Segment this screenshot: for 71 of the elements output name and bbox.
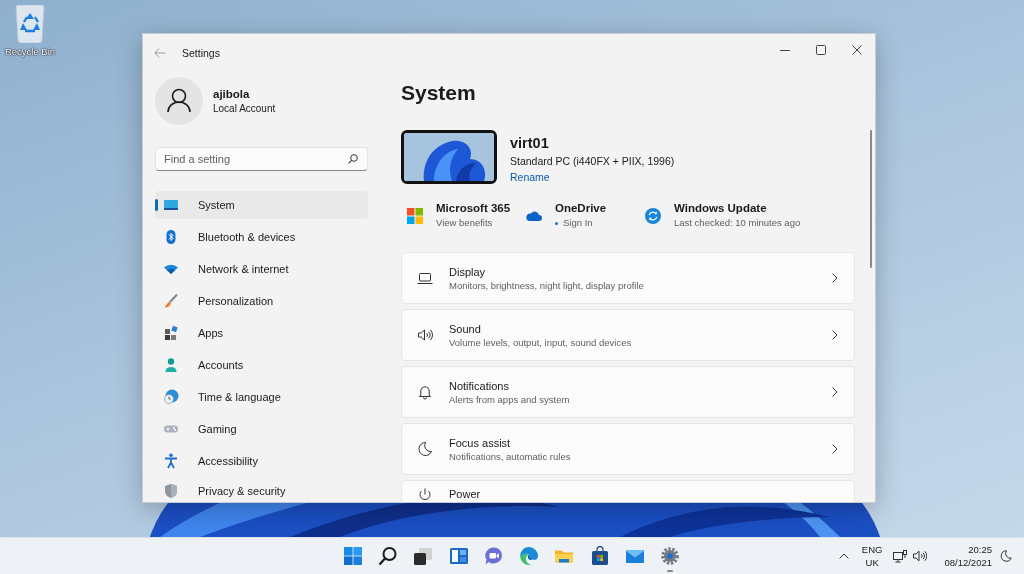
power-icon (417, 487, 433, 502)
nav-item[interactable]: Apps (155, 319, 368, 347)
recycle-bin-icon (15, 5, 45, 43)
device-model: Standard PC (i440FX + PIIX, 1996) (510, 154, 675, 169)
quick-link-title[interactable]: OneDrive (555, 201, 607, 216)
globe-clock-icon (163, 389, 179, 405)
nav-item[interactable]: Privacy & security (155, 479, 368, 502)
clock-button[interactable]: 20:25 08/12/2021 (930, 538, 997, 574)
settings-card[interactable]: Sound Volume levels, output, input, sound devices (401, 309, 855, 361)
chevron-right-icon (832, 273, 838, 283)
account-type: Local Account (213, 101, 276, 116)
quick-link-subtitle: View benefits (436, 216, 493, 230)
language-button[interactable]: ENG UK (856, 538, 891, 574)
selection-indicator (155, 199, 158, 211)
scrollbar-thumb[interactable] (870, 130, 872, 268)
search-icon (348, 154, 358, 164)
nav-item[interactable]: Personalization (155, 287, 368, 315)
accessibility-icon (163, 453, 179, 469)
speaker-icon (417, 327, 433, 343)
quick-link-subtitle: Sign In (563, 216, 593, 230)
settings-card[interactable]: Focus assist Notifications, automatic rules (401, 423, 855, 475)
four-squares-icon[interactable] (407, 207, 423, 224)
nav-item[interactable]: Accessibility (155, 447, 368, 475)
nav-item[interactable]: Gaming (155, 415, 368, 443)
page-heading: System (401, 81, 476, 105)
person-icon (163, 357, 179, 373)
nav-item[interactable]: Network & internet (155, 255, 368, 283)
search-field[interactable]: Find a setting (155, 147, 368, 171)
window-grid-icon (342, 546, 363, 566)
quick-link-title[interactable]: Windows Update (674, 201, 767, 216)
minimize-icon (780, 49, 790, 51)
chevron-up-icon (838, 553, 849, 559)
window-title: Settings (182, 46, 220, 59)
nav-item[interactable]: Bluetooth & devices (155, 223, 368, 251)
speaker-icon (913, 550, 928, 562)
moon-icon (1000, 550, 1012, 562)
device-name: virt01 (510, 134, 549, 153)
circular-arrows-icon[interactable] (645, 207, 661, 224)
panels-icon (448, 546, 469, 566)
close-icon (852, 45, 862, 55)
settings-card[interactable]: Display Monitors, brightness, night light, display profile (401, 252, 855, 304)
quick-link-title[interactable]: Microsoft 365 (436, 201, 511, 216)
moon-icon (417, 441, 433, 457)
back-arrow-icon (154, 47, 166, 58)
chevron-right-icon (832, 444, 838, 454)
bluetooth-icon (163, 229, 179, 245)
gear-icon (660, 546, 681, 566)
maximize-icon (816, 45, 826, 55)
monitor-icon (163, 197, 179, 213)
avatar-icon (155, 77, 203, 125)
nav-item[interactable]: Time & language (155, 383, 368, 411)
settings-card[interactable]: Notifications Alerts from apps and system (401, 366, 855, 418)
quick-link-subtitle: Last checked: 10 minutes ago (674, 216, 801, 230)
rename-link[interactable]: Rename (510, 169, 550, 185)
video-bubble-icon (483, 546, 504, 566)
chevron-right-icon (832, 330, 838, 340)
swirl-logo-icon (519, 546, 540, 566)
apps-grid-icon (163, 325, 179, 341)
account-name: ajibola (213, 86, 251, 102)
nav-item[interactable]: System (155, 191, 368, 219)
shopping-bag-icon (589, 546, 610, 566)
search-icon (377, 546, 398, 566)
overlapping-squares-icon (413, 546, 434, 566)
brush-icon (163, 293, 179, 309)
chevron-right-icon (832, 387, 838, 397)
shield-icon (163, 482, 179, 499)
bell-icon (417, 384, 433, 400)
wired-network-icon (893, 549, 908, 563)
nav-item[interactable]: Accounts (155, 351, 368, 379)
laptop-icon (417, 270, 433, 286)
settings-card[interactable]: Power (401, 480, 855, 502)
